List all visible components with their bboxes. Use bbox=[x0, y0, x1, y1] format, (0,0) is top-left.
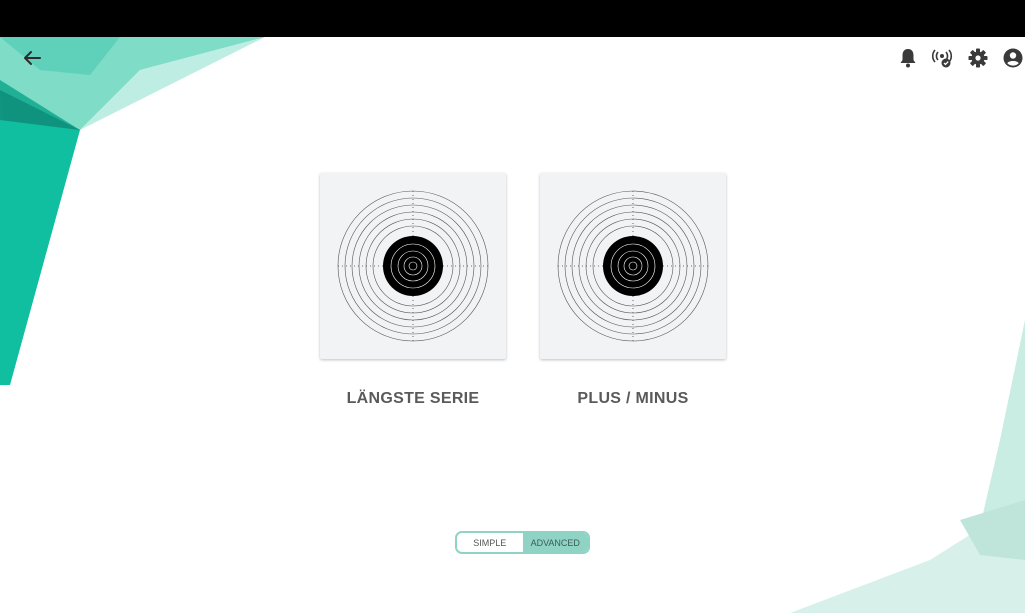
back-button[interactable] bbox=[18, 44, 46, 72]
account-icon bbox=[1003, 48, 1023, 68]
game-label-plus-minus[interactable]: PLUS / MINUS bbox=[523, 390, 743, 408]
arrow-left-icon bbox=[24, 51, 41, 65]
connection-button[interactable] bbox=[931, 46, 955, 70]
background-decoration bbox=[0, 37, 1025, 613]
mode-toggle: SIMPLE ADVANCED bbox=[455, 531, 590, 554]
game-label-laengste-serie[interactable]: LÄNGSTE SERIE bbox=[303, 390, 523, 408]
target-icon bbox=[337, 190, 489, 342]
status-bar bbox=[0, 0, 1025, 37]
broadcast-icon bbox=[931, 49, 953, 68]
bell-icon bbox=[900, 49, 916, 68]
header-actions bbox=[885, 43, 1025, 73]
mode-advanced-option[interactable]: ADVANCED bbox=[522, 533, 588, 552]
game-card-plus-minus[interactable] bbox=[540, 173, 726, 359]
game-card-laengste-serie[interactable] bbox=[320, 173, 506, 359]
gear-icon bbox=[968, 48, 988, 68]
notifications-button[interactable] bbox=[896, 46, 920, 70]
settings-button[interactable] bbox=[966, 46, 990, 70]
mode-simple-option[interactable]: SIMPLE bbox=[457, 533, 523, 552]
account-button[interactable] bbox=[1001, 46, 1025, 70]
screen: LÄNGSTE SERIE PLUS / MINUS SIMPLE ADVANC… bbox=[0, 0, 1025, 613]
target-icon bbox=[557, 190, 709, 342]
